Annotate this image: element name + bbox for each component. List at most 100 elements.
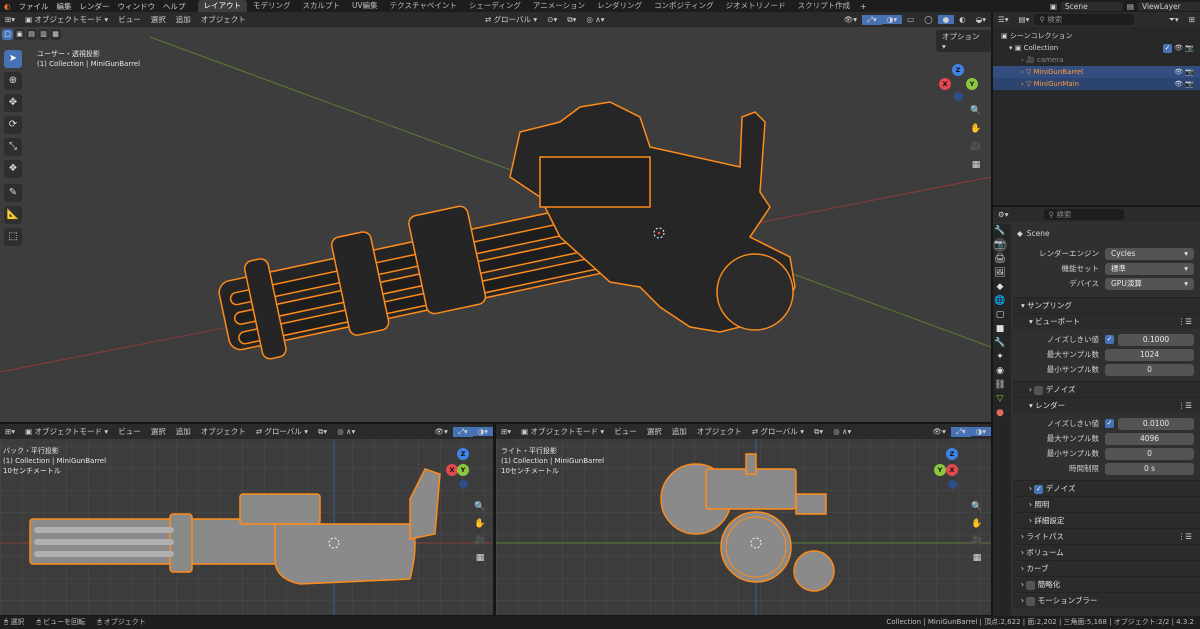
noise-threshold-checkbox[interactable]: ✓ [1105, 335, 1114, 344]
editor-type-icon[interactable]: ⚙▾ [993, 210, 1014, 219]
pan-hand-icon[interactable]: ✋ [970, 517, 984, 531]
outliner-search[interactable]: ⚲ 検索 [1034, 14, 1135, 25]
shading-wireframe-icon[interactable]: ◯ [919, 15, 937, 24]
simplify-checkbox[interactable] [1026, 580, 1036, 590]
outliner-collection[interactable]: ▾ ▣ Collection ✓ 👁 📷 [993, 42, 1200, 54]
mode-selector[interactable]: ▣ オブジェクトモード ▾ [20, 426, 113, 437]
scene-selector[interactable]: Scene [1060, 1, 1123, 11]
visibility-icon[interactable]: 👁▾ [430, 427, 453, 436]
tab-animation[interactable]: アニメーション [527, 0, 591, 12]
zoom-icon[interactable]: 🔍 [473, 500, 487, 514]
editor-type-icon[interactable]: ⊞▾ [0, 427, 20, 436]
output-tab-icon[interactable]: 🖨 [993, 252, 1007, 266]
tab-geometry-nodes[interactable]: ジオメトリノード [720, 0, 792, 12]
snap-icon[interactable]: ⧉▾ [562, 15, 581, 25]
outliner-scene-collection[interactable]: ▣ シーンコレクション [993, 30, 1200, 42]
modifier-tab-icon[interactable]: 🔧 [993, 336, 1007, 350]
list-icon[interactable]: ⋮☰ [1178, 314, 1192, 330]
tab-uv-editing[interactable]: UV編集 [346, 0, 384, 12]
render-subpanel-header[interactable]: ▾ レンダー ⋮☰ [1013, 397, 1200, 413]
mode-selector[interactable]: ▣ オブジェクトモード ▾ [20, 14, 113, 25]
transform-orientation[interactable]: ⇄ グローバル ▾ [251, 426, 313, 437]
advanced-subpanel-header[interactable]: › 詳細設定 [1013, 512, 1200, 528]
tab-texture-paint[interactable]: テクスチャペイント [384, 0, 463, 12]
mode-selector[interactable]: ▣ オブジェクトモード ▾ [516, 426, 609, 437]
viewport-noise-threshold-field[interactable]: 0.1000 [1118, 333, 1194, 346]
navigation-gizmo[interactable]: Z Y X [934, 448, 970, 492]
snap-icon[interactable]: ⧉▾ [809, 427, 828, 437]
properties-search[interactable]: ⚲ 検索 [1043, 209, 1124, 220]
shading-material-icon[interactable]: ◐ [954, 15, 971, 24]
gizmo-x[interactable]: X [946, 464, 958, 476]
filter-icon[interactable]: ⏷▾ [1164, 15, 1184, 25]
denoise-checkbox[interactable]: ✓ [1034, 484, 1044, 494]
constraints-tab-icon[interactable]: ⛓ [993, 378, 1007, 392]
outliner-item-camera[interactable]: › 🎥 camera [993, 54, 1200, 66]
render-max-samples-field[interactable]: 4096 [1105, 432, 1194, 445]
item-visibility-icons[interactable]: 👁 📷 [1174, 66, 1194, 78]
view-layer-tab-icon[interactable]: 🖼 [993, 266, 1007, 280]
outliner-item-minigunbarrel[interactable]: › ▽ MiniGunBarrel 👁 📷 [993, 66, 1200, 78]
light-paths-panel-header[interactable]: › ライトパス ⋮☰ [1013, 528, 1200, 544]
list-icon[interactable]: ⋮☰ [1178, 398, 1192, 414]
pan-hand-icon[interactable]: ✋ [969, 122, 983, 136]
menu-help[interactable]: ヘルプ [159, 1, 190, 12]
world-tab-icon[interactable]: 🌐 [993, 294, 1007, 308]
viewport-denoise-header[interactable]: › デノイズ [1013, 381, 1200, 397]
scene-side-view[interactable] [496, 439, 991, 615]
viewport-subpanel-header[interactable]: ▾ ビューポート ⋮☰ [1013, 313, 1200, 329]
volumes-panel-header[interactable]: › ボリューム [1013, 544, 1200, 560]
gizmo-y[interactable]: Y [457, 464, 469, 476]
gizmo-y[interactable]: Y [934, 464, 946, 476]
transform-orientation[interactable]: ⇄ グローバル ▾ [747, 426, 809, 437]
render-min-samples-field[interactable]: 0 [1105, 447, 1194, 460]
menu-add[interactable]: 追加 [667, 426, 692, 437]
gizmo-x[interactable]: X [939, 78, 951, 90]
motion-blur-checkbox[interactable] [1026, 596, 1036, 606]
visibility-icon[interactable]: 👁▾ [839, 15, 862, 24]
physics-tab-icon[interactable]: ◉ [993, 364, 1007, 378]
add-workspace-icon[interactable]: + [856, 2, 870, 11]
gizmo-toggle-icon[interactable]: ⤢▾ [862, 14, 882, 25]
ortho-toggle-icon[interactable]: ▦ [473, 551, 487, 565]
new-collection-icon[interactable]: ⊞ [1184, 15, 1200, 24]
object-tab-icon[interactable]: ■ [993, 322, 1007, 336]
tab-modeling[interactable]: モデリング [247, 0, 297, 12]
editor-type-icon[interactable]: ☰▾ [993, 15, 1014, 24]
lights-subpanel-header[interactable]: › 照明 [1013, 496, 1200, 512]
editor-type-icon[interactable]: ⊞▾ [0, 15, 20, 24]
navigation-gizmo[interactable]: Z X Y [446, 448, 480, 492]
menu-object[interactable]: オブジェクト [196, 426, 251, 437]
tab-scripting[interactable]: スクリプト作成 [792, 0, 857, 12]
tab-layout[interactable]: レイアウト [197, 0, 248, 12]
overlay-toggle-icon[interactable]: ◑▾ [970, 427, 991, 436]
data-tab-icon[interactable]: ▽ [993, 392, 1007, 406]
tab-shading[interactable]: シェーディング [463, 0, 527, 12]
menu-edit[interactable]: 編集 [53, 1, 76, 12]
gizmo-neg-z[interactable] [954, 92, 963, 101]
device-dropdown[interactable]: GPU演算 ▾ [1105, 277, 1194, 290]
xray-icon[interactable]: ▭ [902, 15, 919, 24]
item-visibility-icons[interactable]: 👁 📷 [1174, 78, 1194, 90]
pivot-icon[interactable]: ⊙▾ [542, 15, 562, 24]
menu-add[interactable]: 追加 [171, 14, 196, 25]
simplify-panel-header[interactable]: › 簡略化 [1013, 576, 1200, 592]
overlay-toggle-icon[interactable]: ◑▾ [472, 427, 493, 436]
navigation-gizmo[interactable]: Z X Y [936, 64, 980, 108]
ortho-toggle-icon[interactable]: ▦ [970, 551, 984, 565]
curves-panel-header[interactable]: › カーブ [1013, 560, 1200, 576]
menu-view[interactable]: ビュー [113, 426, 146, 437]
gizmo-z[interactable]: Z [946, 448, 958, 460]
feature-set-dropdown[interactable]: 標準 ▾ [1105, 262, 1194, 275]
scene-back-view[interactable] [0, 439, 493, 615]
proportional-edit-icon[interactable]: ◎ ∧▾ [581, 15, 609, 24]
camera-view-icon[interactable]: 🎥 [969, 140, 983, 154]
visibility-icon[interactable]: 👁▾ [928, 427, 951, 436]
collection-visibility-icons[interactable]: ✓ 👁 📷 [1162, 42, 1194, 54]
camera-view-icon[interactable]: 🎥 [970, 534, 984, 548]
time-limit-field[interactable]: 0 s [1105, 462, 1194, 475]
menu-object[interactable]: オブジェクト [692, 426, 747, 437]
camera-view-icon[interactable]: 🎥 [473, 534, 487, 548]
noise-threshold-checkbox[interactable]: ✓ [1105, 419, 1114, 428]
tab-compositing[interactable]: コンポジティング [648, 0, 720, 12]
